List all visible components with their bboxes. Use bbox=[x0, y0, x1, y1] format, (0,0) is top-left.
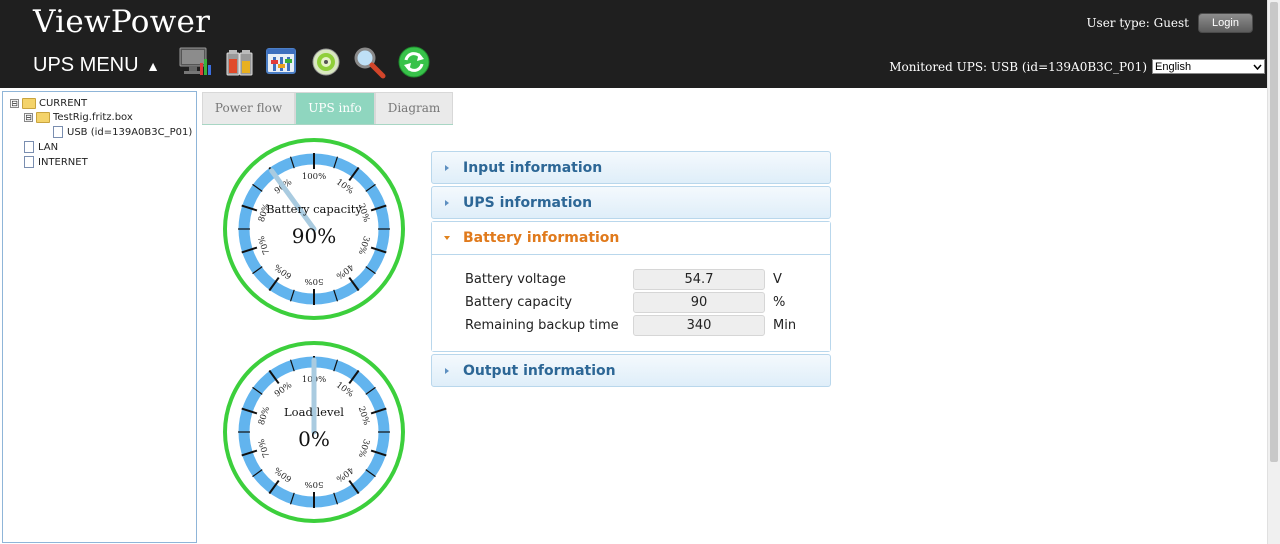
gauge-tick-label: 50% bbox=[305, 276, 324, 286]
caret-right-icon bbox=[445, 165, 449, 171]
user-type-label: User type: Guest bbox=[1086, 16, 1189, 30]
tree-node-usb-device[interactable]: USB (id=139A0B3C_P01) bbox=[53, 126, 192, 138]
tree-node-internet[interactable]: INTERNET bbox=[24, 156, 88, 168]
tab-ups-info[interactable]: UPS info bbox=[295, 92, 375, 124]
remaining-backup-time-row: Remaining backup time 340 Min bbox=[465, 315, 796, 336]
battery-control-icon[interactable] bbox=[223, 45, 257, 79]
caret-right-icon bbox=[445, 368, 449, 374]
refresh-icon[interactable] bbox=[397, 45, 431, 79]
language-select[interactable]: English bbox=[1152, 59, 1265, 74]
tree-node-lan[interactable]: LAN bbox=[24, 141, 58, 153]
battery-voltage-value: 54.7 bbox=[633, 269, 765, 290]
tab-diagram[interactable]: Diagram bbox=[375, 92, 453, 124]
battery-capacity-gauge: 100%10%20%30%40%50%60%70%80%90%Battery c… bbox=[223, 138, 405, 320]
battery-voltage-row: Battery voltage 54.7 V bbox=[465, 269, 782, 290]
field-unit: V bbox=[773, 272, 782, 287]
field-unit: Min bbox=[773, 318, 797, 333]
brand-title: ViewPower bbox=[33, 4, 211, 40]
battery-capacity-row: Battery capacity 90 % bbox=[465, 292, 785, 313]
login-button[interactable]: Login bbox=[1198, 13, 1253, 33]
tree-label-internet: INTERNET bbox=[38, 156, 88, 168]
view-tabs: Power flow UPS info Diagram bbox=[202, 92, 453, 125]
field-label: Battery voltage bbox=[465, 272, 566, 287]
section-battery-information[interactable]: Battery information Battery voltage 54.7… bbox=[431, 221, 831, 352]
scrollbar-thumb[interactable] bbox=[1270, 2, 1278, 462]
caret-right-icon bbox=[445, 200, 449, 206]
section-title: Output information bbox=[463, 363, 616, 379]
ups-menu-label: UPS MENU bbox=[33, 54, 139, 76]
gauge-tick-label: 100% bbox=[302, 172, 326, 182]
cd-tool-icon[interactable] bbox=[311, 45, 345, 79]
collapse-icon[interactable]: ⊟ bbox=[24, 113, 33, 122]
section-title: Battery information bbox=[463, 230, 620, 246]
menu-arrow-icon: ▲ bbox=[146, 58, 160, 74]
caret-down-icon bbox=[444, 236, 450, 240]
app-header: ViewPower UPS MENU ▲ User type: Guest Lo… bbox=[0, 0, 1268, 88]
section-title: UPS information bbox=[463, 195, 593, 211]
section-output-information[interactable]: Output information bbox=[431, 354, 831, 387]
monitored-ups-label: Monitored UPS: USB (id=139A0B3C_P01) bbox=[889, 59, 1147, 74]
tree-node-current[interactable]: ⊟ CURRENT bbox=[10, 98, 87, 109]
tree-label-lan: LAN bbox=[38, 141, 59, 153]
section-input-information[interactable]: Input information bbox=[431, 151, 831, 184]
page-scrollbar[interactable] bbox=[1267, 0, 1280, 544]
gauge-value: 0% bbox=[298, 427, 330, 451]
load-level-gauge: 100%10%20%30%40%50%60%70%80%90%Load leve… bbox=[223, 341, 405, 523]
search-icon[interactable] bbox=[352, 45, 386, 79]
battery-capacity-value: 90 bbox=[633, 292, 765, 313]
monitored-area: Monitored UPS: USB (id=139A0B3C_P01) Eng… bbox=[889, 59, 1265, 74]
folder-icon bbox=[22, 98, 36, 109]
user-area: User type: Guest Login bbox=[1086, 13, 1253, 33]
chevron-down-icon bbox=[1253, 64, 1262, 70]
field-label: Battery capacity bbox=[465, 295, 573, 310]
battery-info-body: Battery voltage 54.7 V Battery capacity … bbox=[432, 255, 830, 351]
section-ups-information[interactable]: UPS information bbox=[431, 186, 831, 219]
field-unit: % bbox=[773, 295, 786, 310]
document-icon bbox=[53, 126, 63, 138]
tree-label-host: TestRig.fritz.box bbox=[53, 112, 133, 123]
language-selected: English bbox=[1155, 60, 1192, 73]
gauge-tick-label: 50% bbox=[305, 479, 324, 489]
gauge-label: Load level bbox=[284, 405, 344, 419]
device-tree: ⊟ CURRENT ⊟ TestRig.fritz.box USB (id=13… bbox=[2, 91, 197, 543]
document-icon bbox=[24, 156, 34, 168]
monitor-icon[interactable] bbox=[178, 45, 212, 79]
field-label: Remaining backup time bbox=[465, 318, 619, 333]
gauge-value: 90% bbox=[292, 224, 336, 248]
tree-node-host[interactable]: ⊟ TestRig.fritz.box bbox=[24, 112, 133, 123]
gauge-label: Battery capacity bbox=[266, 202, 362, 216]
remaining-backup-time-value: 340 bbox=[633, 315, 765, 336]
ups-menu-toggle[interactable]: UPS MENU ▲ bbox=[33, 54, 160, 77]
tree-label-device: USB (id=139A0B3C_P01) bbox=[67, 126, 193, 138]
collapse-icon[interactable]: ⊟ bbox=[10, 99, 19, 108]
section-title: Input information bbox=[463, 160, 603, 176]
tree-label-current: CURRENT bbox=[39, 98, 88, 109]
folder-icon bbox=[36, 112, 50, 123]
tab-power-flow[interactable]: Power flow bbox=[202, 92, 295, 124]
configuration-icon[interactable] bbox=[265, 45, 299, 79]
document-icon bbox=[24, 141, 34, 153]
